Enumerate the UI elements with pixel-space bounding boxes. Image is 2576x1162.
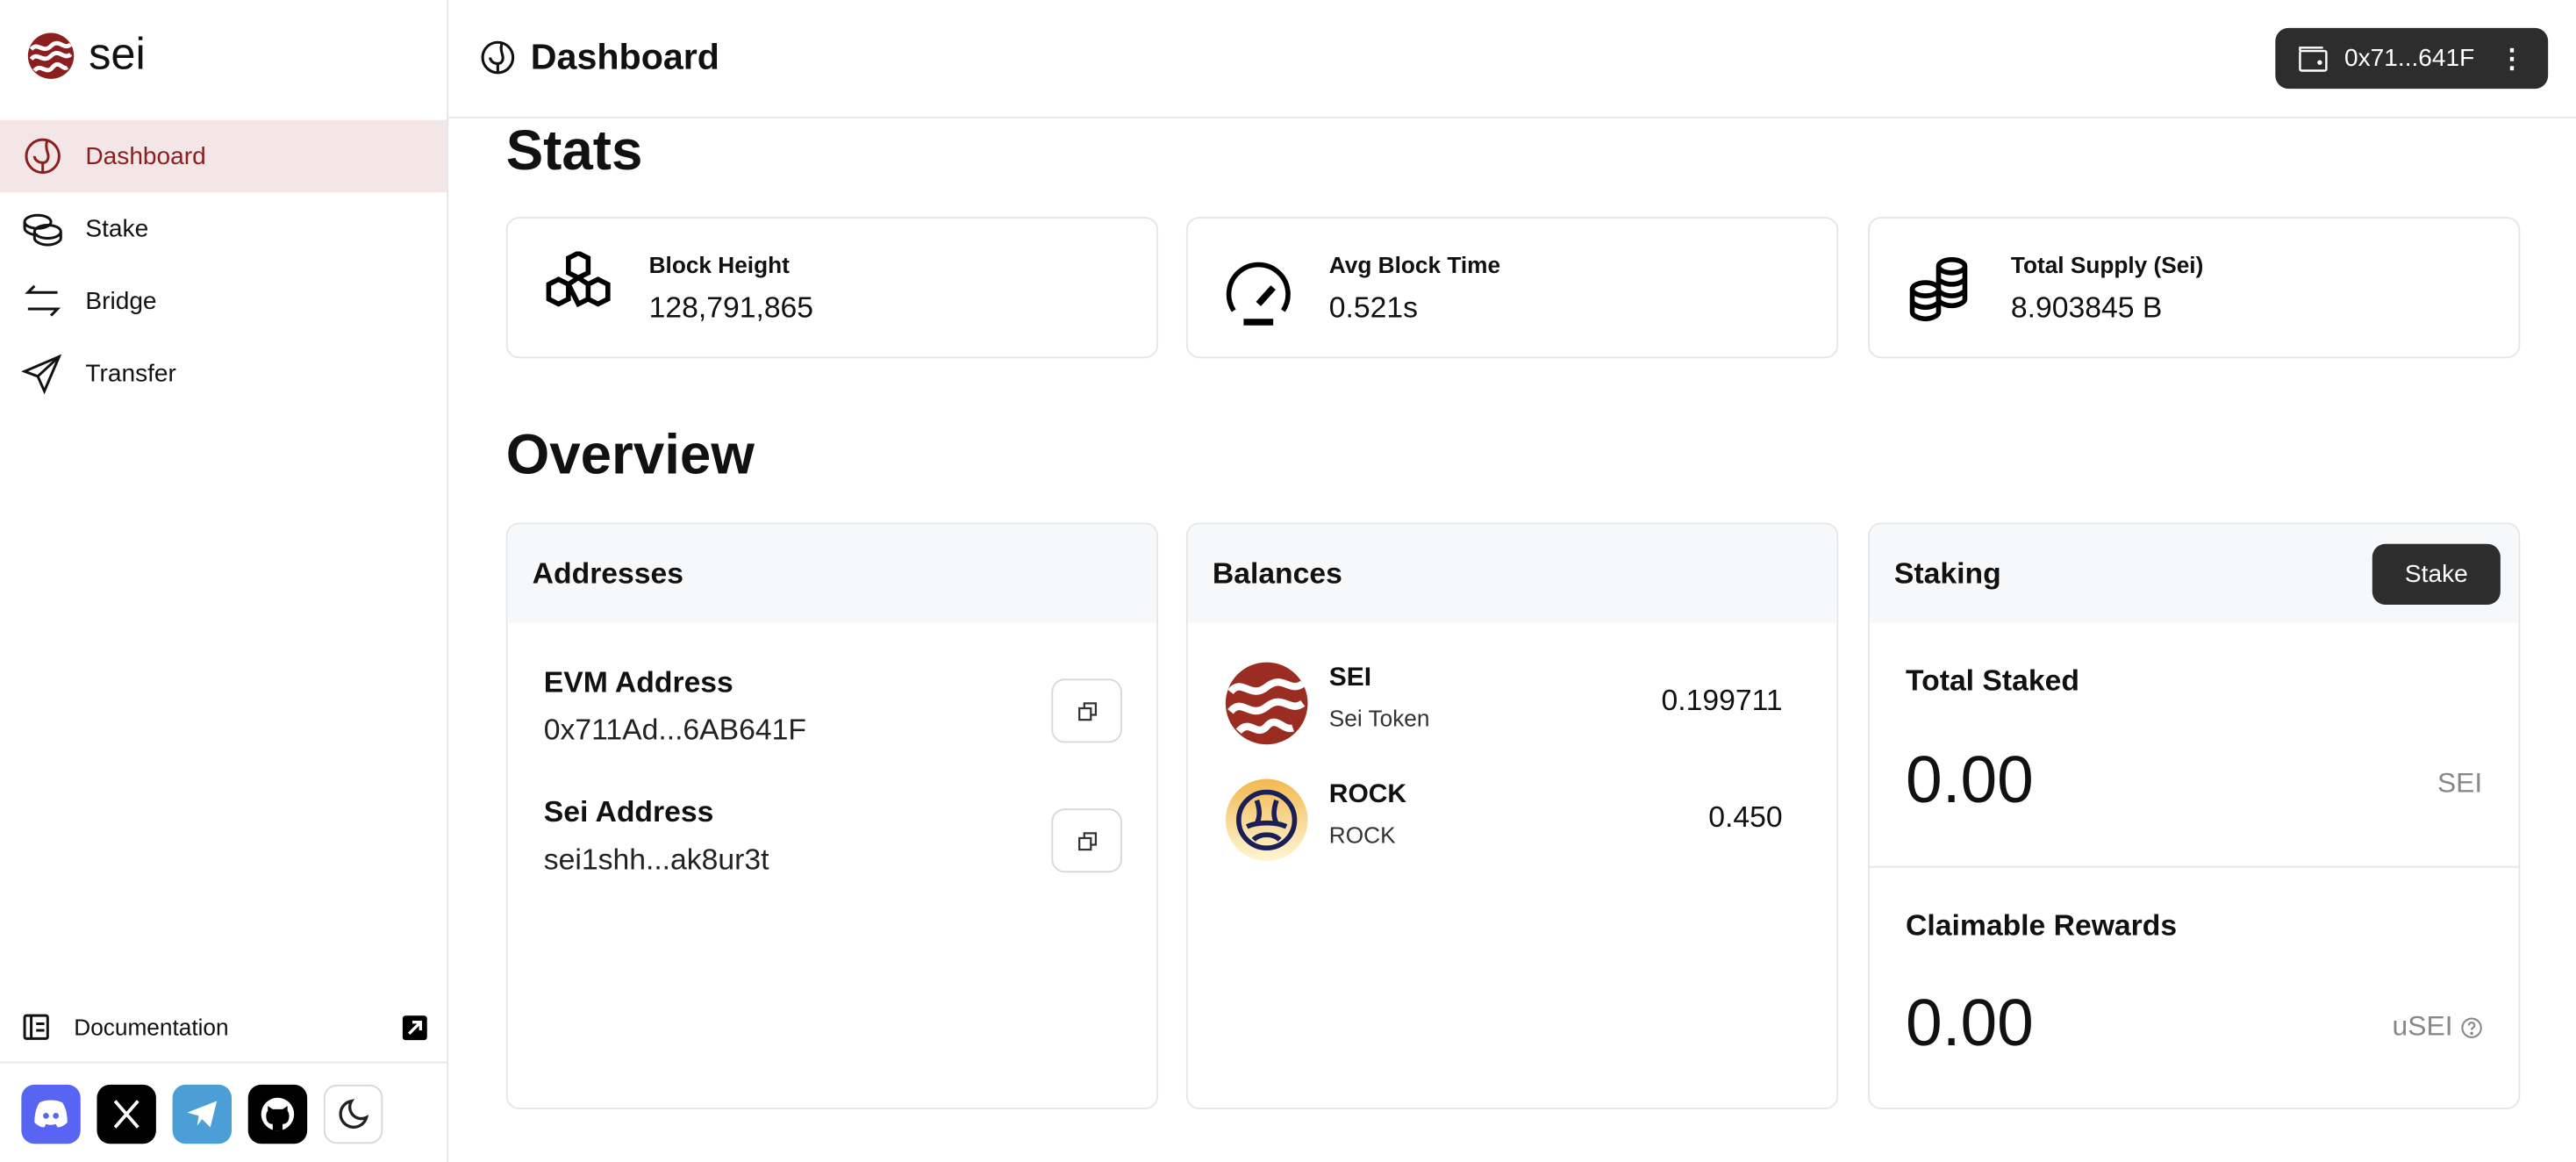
card-title: Balances [1187,524,1837,623]
x-icon [113,1100,140,1129]
stat-card-block-height: Block Height 128,791,865 [505,217,1159,359]
total-staked-value: 0.00 [1906,744,2034,817]
staking-card: Staking Stake Total Staked 0.00 SEI Clai… [1867,522,2521,1109]
card-header: Staking Stake [1869,524,2519,623]
stake-button[interactable]: Stake [2372,543,2501,606]
page-title: Dashboard [478,36,719,79]
telegram-icon [187,1101,218,1128]
sidebar-item-stake[interactable]: Stake [0,192,447,264]
discord-icon [34,1100,68,1128]
logo-text: sei [89,29,146,79]
speedometer-icon [1226,262,1291,326]
token-balance: 0.450 [1708,800,1783,834]
token-row-sei[interactable]: SEI Sei Token 0.199711 [1224,661,1783,746]
stat-value: 8.903845 B [2010,290,2163,324]
token-row-rock[interactable]: ROCK ROCK 0.450 [1224,778,1783,863]
github-icon [261,1097,295,1131]
unit-label: SEI [2436,767,2483,800]
more-options-icon[interactable]: ⋮ [2499,42,2525,75]
wallet-address: 0x71...641F [2343,44,2475,73]
documentation-label: Documentation [74,1014,229,1041]
staking-divider [1869,865,2519,868]
claimable-rewards-unit: uSEI [2393,1011,2483,1044]
copy-sei-address-button[interactable] [1051,808,1122,873]
stat-card-total-supply: Total Supply (Sei) 8.903845 B [1867,217,2521,359]
evm-address: EVM Address 0x711Ad...6AB641F [544,665,806,748]
wallet-icon [2299,46,2328,71]
token-subtitle: Sei Token [1328,705,1430,732]
total-staked-unit: SEI [2437,767,2482,800]
total-staked-label: Total Staked [1906,663,2079,697]
sidebar-item-label: Dashboard [85,141,206,170]
address-label: Sei Address [543,795,714,828]
address-label: EVM Address [543,665,733,699]
sidebar-item-dashboard[interactable]: Dashboard [0,119,447,193]
discord-button[interactable] [21,1084,81,1144]
sidebar-item-label: Stake [85,214,149,243]
cubes-icon [546,251,611,308]
token-name: SEI [1328,663,1372,692]
rock-token-icon [1225,778,1308,862]
copy-icon [1077,701,1097,721]
copy-evm-address-button[interactable] [1051,678,1122,743]
unit-label: uSEI [2392,1010,2453,1043]
stats-heading: Stats [505,119,643,183]
documentation-link[interactable]: Documentation [21,1006,427,1049]
wallet-button[interactable]: 0x71...641F ⋮ [2275,27,2549,90]
dashboard-icon [25,138,61,175]
page-title-text: Dashboard [530,36,719,78]
telegram-button[interactable] [172,1084,233,1144]
stat-value: 128,791,865 [648,290,814,324]
sei-address: Sei Address sei1shh...ak8ur3t [544,795,769,878]
claimable-rewards-value: 0.00 [1906,987,2034,1060]
sidebar-item-label: Transfer [85,359,176,387]
stat-label: Total Supply (Sei) [2010,251,2204,278]
address-value: sei1shh...ak8ur3t [543,843,769,877]
social-links [21,1084,383,1144]
claimable-rewards-label: Claimable Rewards [1906,908,2178,942]
token-name: ROCK [1328,780,1407,809]
sidebar: sei Dashboard Stake Bridge Transfer Docu… [0,0,449,1162]
token-subtitle: ROCK [1328,821,1396,849]
address-value: 0x711Ad...6AB641F [543,713,806,747]
send-icon [21,354,62,395]
sei-logo[interactable]: sei [26,30,146,81]
top-header: Dashboard 0x71...641F ⋮ [448,0,2576,118]
coins-icon [23,213,62,247]
arrows-icon [25,284,61,317]
sidebar-divider [0,1061,447,1064]
addresses-card: Addresses EVM Address 0x711Ad...6AB641F … [505,522,1159,1109]
sidebar-nav: Dashboard Stake Bridge Transfer [0,119,447,410]
github-button[interactable] [247,1084,308,1144]
moon-icon [339,1099,369,1129]
card-title: Staking [1893,556,2001,590]
stat-label: Block Height [648,251,790,278]
stat-card-avg-block-time: Avg Block Time 0.521s [1185,217,1839,359]
theme-toggle[interactable] [323,1084,383,1144]
dashboard-icon [481,40,515,75]
stat-label: Avg Block Time [1328,251,1501,278]
sei-logo-icon [27,32,75,78]
overview-heading: Overview [505,424,755,487]
sidebar-item-label: Bridge [85,286,157,315]
coins-stack-icon [1909,257,1968,322]
sidebar-item-bridge[interactable]: Bridge [0,264,447,336]
external-link-icon [402,1015,427,1040]
x-button[interactable] [97,1084,156,1144]
stat-value: 0.521s [1328,290,1419,324]
sidebar-item-transfer[interactable]: Transfer [0,337,447,409]
copy-icon [1077,831,1097,850]
balances-card: Balances SEI Sei Token 0.199711 ROCK ROC… [1185,522,1839,1109]
help-icon[interactable] [2461,1016,2482,1037]
book-icon [23,1014,49,1040]
sei-token-icon [1225,662,1308,745]
token-balance: 0.199711 [1661,683,1783,717]
card-title: Addresses [507,524,1157,623]
